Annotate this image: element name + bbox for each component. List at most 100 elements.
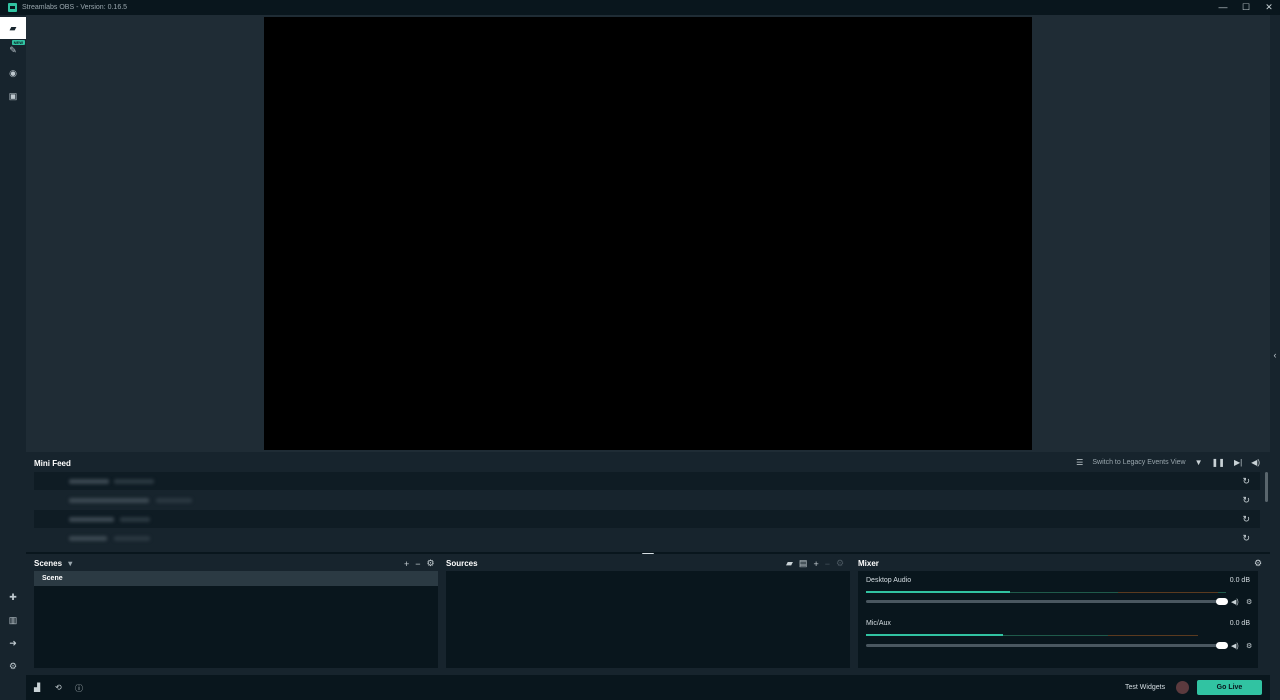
source-settings-icon[interactable]: ⚙ — [836, 558, 844, 569]
pause-icon[interactable]: ❚❚ — [1212, 458, 1225, 467]
right-rail: ‹ — [1270, 15, 1280, 700]
store-icon: ▣ — [8, 90, 18, 101]
mixer-settings-icon[interactable]: ⚙ — [1254, 558, 1262, 569]
blurred-event-text — [69, 535, 107, 541]
audio-meter-warn-zone — [1118, 592, 1218, 593]
logout-icon: ➜ — [9, 637, 17, 648]
audio-meter-level — [866, 634, 1003, 636]
settings-button[interactable]: ⚙ — [0, 655, 26, 677]
nav-store-button[interactable]: ▣ — [0, 85, 26, 107]
volume-slider-knob[interactable] — [1216, 598, 1228, 605]
sources-list — [446, 571, 850, 668]
close-button[interactable]: ✕ — [1264, 0, 1274, 15]
chevron-down-icon[interactable]: ▾ — [68, 559, 72, 568]
minimize-button[interactable]: — — [1218, 0, 1228, 15]
filter-icon[interactable]: ▼ — [1195, 458, 1203, 467]
blurred-event-text — [114, 478, 154, 484]
blurred-event-text — [69, 516, 114, 522]
go-live-button[interactable]: Go Live — [1197, 680, 1262, 695]
left-nav: ▰ ✎ NEW ◉ ▣ ✚ ▥ ➜ ⚙ — [0, 15, 26, 700]
test-widgets-button[interactable]: Test Widgets — [1125, 684, 1165, 691]
rtmp-status-icon[interactable]: ⟲ — [55, 683, 62, 692]
stream-preview[interactable] — [264, 17, 1032, 450]
editor-area — [26, 15, 1270, 452]
dashboard-icon: ◉ — [9, 67, 17, 78]
legacy-events-link[interactable]: Switch to Legacy Events View — [1092, 459, 1185, 466]
mute-icon[interactable]: ◀) — [1251, 458, 1260, 467]
remove-scene-icon[interactable]: − — [415, 559, 420, 569]
replay-icon[interactable]: ↻ — [1242, 533, 1250, 544]
scenes-list: Scene — [34, 571, 438, 668]
title-bar: Streamlabs OBS - Version: 0.16.5 — ☐ ✕ — [0, 0, 1280, 15]
speaker-icon[interactable]: ◀) — [1231, 642, 1239, 650]
folder-visibility-icon[interactable]: ▰ — [786, 558, 793, 569]
mixer-channel-label: Mic/Aux — [866, 620, 891, 627]
volume-slider-knob[interactable] — [1216, 642, 1228, 649]
volume-slider[interactable] — [866, 600, 1224, 603]
bottom-dock: Scenes ▾ + − ⚙ Scene Sources ▰ ▤ + − ⚙ M… — [26, 554, 1270, 675]
channel-settings-icon[interactable]: ⚙ — [1246, 598, 1252, 606]
footer-bar: ▟ ⟲ ⓘ Test Widgets Go Live — [26, 675, 1270, 700]
add-scene-icon[interactable]: + — [404, 559, 409, 569]
blurred-event-text — [156, 497, 192, 503]
scenes-title-text: Scenes — [34, 559, 63, 568]
sources-title: Sources — [446, 559, 478, 568]
channel-settings-icon[interactable]: ⚙ — [1246, 642, 1252, 650]
streamlabs-logo-icon — [8, 3, 17, 12]
replay-icon[interactable]: ↻ — [1242, 514, 1250, 525]
studio-mode-icon: ✚ — [9, 591, 17, 602]
mini-feed-list: ↻ ↻ ↻ ↻ — [34, 472, 1268, 548]
new-badge: NEW — [11, 40, 25, 45]
nav-dashboard-button[interactable]: ◉ — [0, 62, 26, 84]
mixer-toolbar: ⚙ — [1254, 558, 1262, 569]
chevron-left-icon[interactable]: ‹ — [1270, 350, 1280, 360]
mixer-channel-db: 0.0 dB — [1229, 620, 1250, 627]
blurred-event-text — [120, 516, 150, 522]
replay-icon[interactable]: ↻ — [1242, 495, 1250, 506]
mixer-channel-db: 0.0 dB — [1229, 577, 1250, 584]
record-button[interactable] — [1176, 681, 1189, 694]
blurred-event-text — [114, 535, 150, 541]
volume-slider[interactable] — [866, 644, 1224, 647]
info-icon[interactable]: ⓘ — [75, 683, 83, 694]
scene-settings-icon[interactable]: ⚙ — [427, 558, 435, 569]
add-source-icon[interactable]: + — [813, 559, 818, 569]
audio-meter-level — [866, 591, 1010, 593]
add-folder-icon[interactable]: ▤ — [799, 558, 808, 569]
audio-meter-warn-zone — [1108, 635, 1198, 636]
themes-icon: ✎ — [9, 44, 17, 55]
blurred-event-text — [69, 497, 149, 503]
layout-icon: ▥ — [8, 614, 18, 625]
mini-feed: Mini Feed ☰ Switch to Legacy Events View… — [26, 452, 1270, 552]
mixer-panel: Desktop Audio 0.0 dB ◀) ⚙ Mic/Aux 0.0 dB… — [858, 571, 1258, 668]
window-controls: — ☐ ✕ — [1218, 0, 1274, 15]
studio-mode-button[interactable]: ✚ — [0, 586, 26, 608]
list-item: ↻ — [34, 472, 1260, 490]
skip-icon[interactable]: ▶| — [1234, 458, 1242, 467]
list-item: ↻ — [34, 491, 1260, 509]
maximize-button[interactable]: ☐ — [1241, 0, 1251, 15]
list-settings-icon: ☰ — [1076, 458, 1084, 467]
nav-editor-button[interactable]: ▰ — [0, 17, 26, 39]
nav-themes-button[interactable]: ✎ NEW — [0, 39, 26, 61]
speaker-icon[interactable]: ◀) — [1231, 598, 1239, 606]
mixer-channel-label: Desktop Audio — [866, 577, 912, 584]
mini-feed-toolbar: ☰ Switch to Legacy Events View ▼ ❚❚ ▶| ◀… — [1076, 458, 1260, 467]
list-item: ↻ — [34, 510, 1260, 528]
window-title: Streamlabs OBS - Version: 0.16.5 — [22, 4, 128, 11]
editor-icon: ▰ — [9, 22, 17, 33]
mini-feed-scrollbar[interactable] — [1265, 472, 1268, 502]
list-item: ↻ — [34, 529, 1260, 547]
layout-button[interactable]: ▥ — [0, 609, 26, 631]
blurred-event-text — [69, 478, 109, 484]
performance-stats-icon[interactable]: ▟ — [34, 683, 40, 692]
remove-source-icon[interactable]: − — [825, 559, 830, 569]
scene-item[interactable]: Scene — [34, 571, 438, 586]
mini-feed-title: Mini Feed — [34, 459, 71, 468]
scenes-toolbar: + − ⚙ — [404, 558, 435, 569]
replay-icon[interactable]: ↻ — [1242, 476, 1250, 487]
logout-button[interactable]: ➜ — [0, 632, 26, 654]
sources-toolbar: ▰ ▤ + − ⚙ — [786, 558, 844, 569]
settings-icon: ⚙ — [8, 660, 18, 671]
scenes-title[interactable]: Scenes ▾ — [34, 559, 72, 568]
